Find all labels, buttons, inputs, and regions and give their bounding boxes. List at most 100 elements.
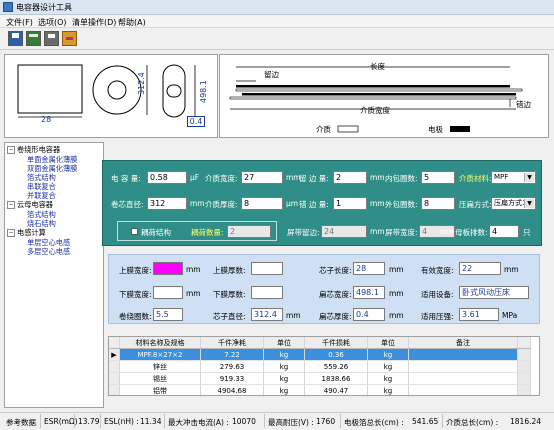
press-mode-select[interactable]: 压扁方式1 ▼ xyxy=(491,197,536,210)
upper-film-color-field[interactable] xyxy=(153,262,183,275)
menu-help[interactable]: 帮助(A) xyxy=(118,17,146,28)
screen-edge-label: 屏带留边: xyxy=(287,228,320,237)
device-field: 卧式风动压床 xyxy=(459,286,529,299)
table-row[interactable]: 锡丝 919.33 kg 1838.66 kg xyxy=(109,372,531,385)
legend-medium-label: 介质 xyxy=(316,125,331,134)
core-diameter-result-label: 芯子直径: xyxy=(213,312,246,321)
chevron-down-icon[interactable]: ▼ xyxy=(524,199,534,208)
tree-group-wound[interactable]: − 卷绕形电容器 xyxy=(7,145,60,155)
menu-options[interactable]: 选项(O) xyxy=(38,17,67,28)
lower-film-width-unit: mm xyxy=(186,289,201,298)
flat-thickness-field: 0.4 xyxy=(353,308,385,321)
menu-file[interactable]: 文件(F) xyxy=(6,17,33,28)
legend-electrode-label: 电极 xyxy=(428,125,443,134)
tree-group-mica[interactable]: − 云母电容器 xyxy=(7,200,53,210)
wrong-edge-label: 错边 xyxy=(516,100,531,109)
status-medium-length-value: 1816.24 xyxy=(510,417,542,426)
flat-thickness-label: 扁芯厚度: xyxy=(319,312,352,321)
press-mode-label: 压扁方式: xyxy=(459,200,492,209)
toolbar xyxy=(0,28,554,50)
circle-inner xyxy=(107,80,127,100)
core-diameter-unit: mm xyxy=(190,199,205,208)
status-esl-label: ESL(nH) : xyxy=(104,417,139,426)
electrode-layer-2 xyxy=(242,93,516,96)
shape-drawing xyxy=(17,64,196,118)
status-max-voltage-label: 最高耐压(V) : xyxy=(268,418,314,427)
upper-film-width-label: 上膜宽度: xyxy=(119,266,152,275)
pressure-unit: MPa xyxy=(502,311,518,320)
menu-list-ops[interactable]: 清单操作(D) xyxy=(72,17,116,28)
medium-thickness-label: 介质厚度: xyxy=(205,200,238,209)
table-row[interactable]: 锌丝 279.63 kg 559.26 kg xyxy=(109,360,531,373)
table-header-row: 材料名称及规格 千件净耗 单位 千件损耗 单位 备注 xyxy=(109,337,531,349)
oval-height-label: 498.1 xyxy=(199,80,208,103)
medium-material-select[interactable]: MPF ▼ xyxy=(491,171,536,184)
inner-wrap-input[interactable]: 5 xyxy=(421,171,455,184)
status-bar: 参考数据 ESR(mΩ) 13.79 ESL(nH) : 11.34 最大冲击电… xyxy=(0,412,554,430)
save-icon[interactable] xyxy=(8,31,23,46)
app-icon xyxy=(3,2,13,12)
core-length-field: 28 xyxy=(353,262,385,275)
medium-thickness-input[interactable]: 8 xyxy=(241,197,283,210)
col-remark[interactable]: 备注 xyxy=(408,337,518,349)
parent-rows-input[interactable]: 4 xyxy=(489,225,519,238)
col-loss[interactable]: 千件损耗 xyxy=(304,337,368,349)
status-esl-value: 11.34 xyxy=(140,417,162,426)
screen-edge-input[interactable]: 24 xyxy=(321,225,367,238)
medium-width-input[interactable]: 27 xyxy=(241,171,283,184)
leave-edge-unit: mm xyxy=(370,173,385,182)
device-label: 适用设备: xyxy=(421,290,454,299)
col-unit-2[interactable]: 单位 xyxy=(367,337,409,349)
effective-width-unit: mm xyxy=(504,265,519,274)
tools-icon[interactable] xyxy=(62,31,77,46)
parent-rows-label: 母板排数: xyxy=(455,228,488,237)
col-net-consumption[interactable]: 千件净耗 xyxy=(200,337,264,349)
calc-icon[interactable] xyxy=(26,31,41,46)
col-unit-1[interactable]: 单位 xyxy=(263,337,305,349)
leave-edge-label: 留边 xyxy=(264,70,279,79)
core-diameter-label: 卷芯直径: xyxy=(111,200,144,209)
table-row[interactable]: 铝带 4904.68 kg 490.47 kg xyxy=(109,384,531,395)
upper-film-thick-field xyxy=(251,262,283,275)
tree-item-multi-layer-coil[interactable]: 多层空心电感 xyxy=(27,247,70,257)
col-material[interactable]: 材料名称及规格 xyxy=(119,337,201,349)
screen-edge-unit: mm xyxy=(370,227,385,236)
circle-dim-label: 312.4 xyxy=(137,72,146,95)
status-medium-length-label: 介质总长(cm) : xyxy=(446,418,499,427)
core-diameter-input[interactable]: 312 xyxy=(147,197,187,210)
chevron-down-icon[interactable]: ▼ xyxy=(524,173,534,182)
capacitance-unit: μF xyxy=(190,173,200,182)
medium-material-label: 介质材料: xyxy=(459,174,492,183)
wrong-edge-input[interactable]: 1 xyxy=(333,197,367,210)
tree-group-inductor[interactable]: − 电感计算 xyxy=(7,228,46,238)
winding-turns-label: 卷绕圈数: xyxy=(119,312,152,321)
pressure-label: 适用压强: xyxy=(421,312,454,321)
title-bar: 电容器设计工具 xyxy=(0,0,554,15)
collapse-icon[interactable]: − xyxy=(7,146,15,154)
results-panel: 上膜宽度: mm 上膜厚数: 芯子长度: 28 mm 有效宽度: 22 mm 下… xyxy=(108,254,540,324)
lower-film-thick-label: 下膜厚数: xyxy=(213,290,246,299)
flat-width-label: 扁芯宽度: xyxy=(319,290,352,299)
coupled-count-label: 耦荷数量: xyxy=(191,228,224,237)
shape-drawing-panel: 28 312.4 498.1 0.4 xyxy=(4,54,218,138)
leave-edge-input[interactable]: 2 xyxy=(333,171,367,184)
lower-film-width-label: 下膜宽度: xyxy=(119,290,152,299)
status-esr-value: 13.79 xyxy=(78,417,100,426)
screen-width-label: 屏带宽度: xyxy=(385,228,418,237)
medium-layer-2 xyxy=(229,96,517,100)
medium-layer-1 xyxy=(235,88,523,92)
coupled-checkbox[interactable] xyxy=(131,228,138,235)
rect-width-label: 28 xyxy=(41,115,52,124)
table-row[interactable]: ▶ MPF.8×27×2 7.22 kg 0.36 kg xyxy=(109,348,531,361)
capacitance-input[interactable]: 0.58 xyxy=(147,171,187,184)
outer-wrap-input[interactable]: 8 xyxy=(421,197,455,210)
print-icon[interactable] xyxy=(44,31,59,46)
winding-turns-field: 5.5 xyxy=(153,308,183,321)
material-table: 材料名称及规格 千件净耗 单位 千件损耗 单位 备注 ▶ MPF.8×27×2 … xyxy=(108,336,540,396)
collapse-icon[interactable]: − xyxy=(7,229,15,237)
medium-width-label: 介质宽度 xyxy=(360,106,390,115)
coupled-count-input[interactable]: 2 xyxy=(227,225,271,238)
status-ref-data: 参考数据 xyxy=(6,418,36,427)
collapse-icon[interactable]: − xyxy=(7,201,15,209)
inner-wrap-label: 内包圈数: xyxy=(385,174,418,183)
